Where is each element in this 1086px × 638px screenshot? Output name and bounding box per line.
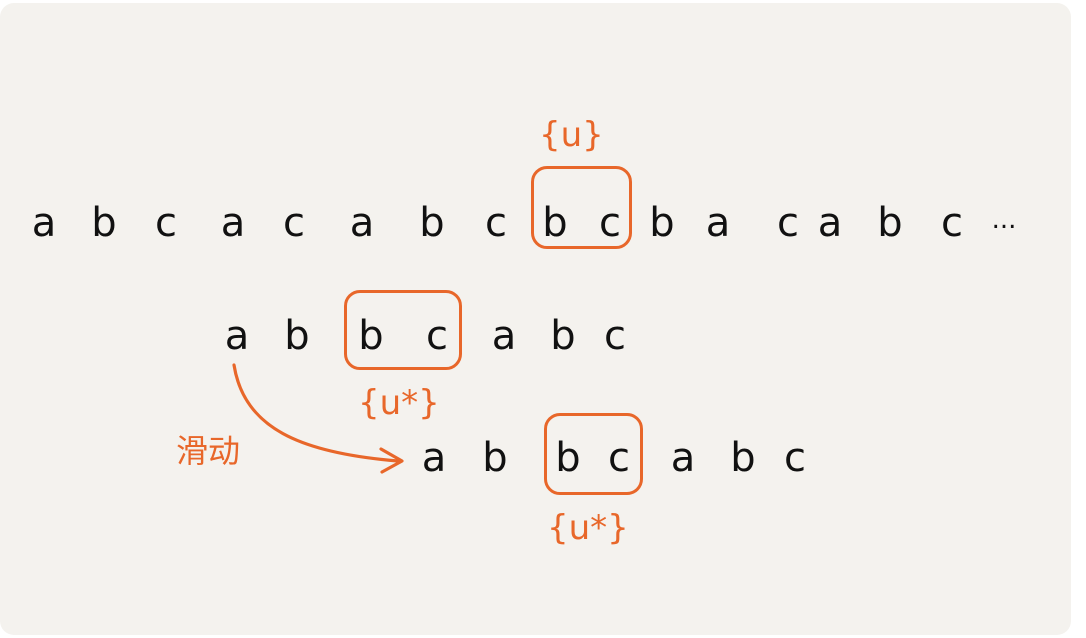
slide-arrow: [232, 363, 404, 474]
diagram-canvas: a b c a c a b c b c b a c a b c ... a b …: [0, 3, 1071, 635]
